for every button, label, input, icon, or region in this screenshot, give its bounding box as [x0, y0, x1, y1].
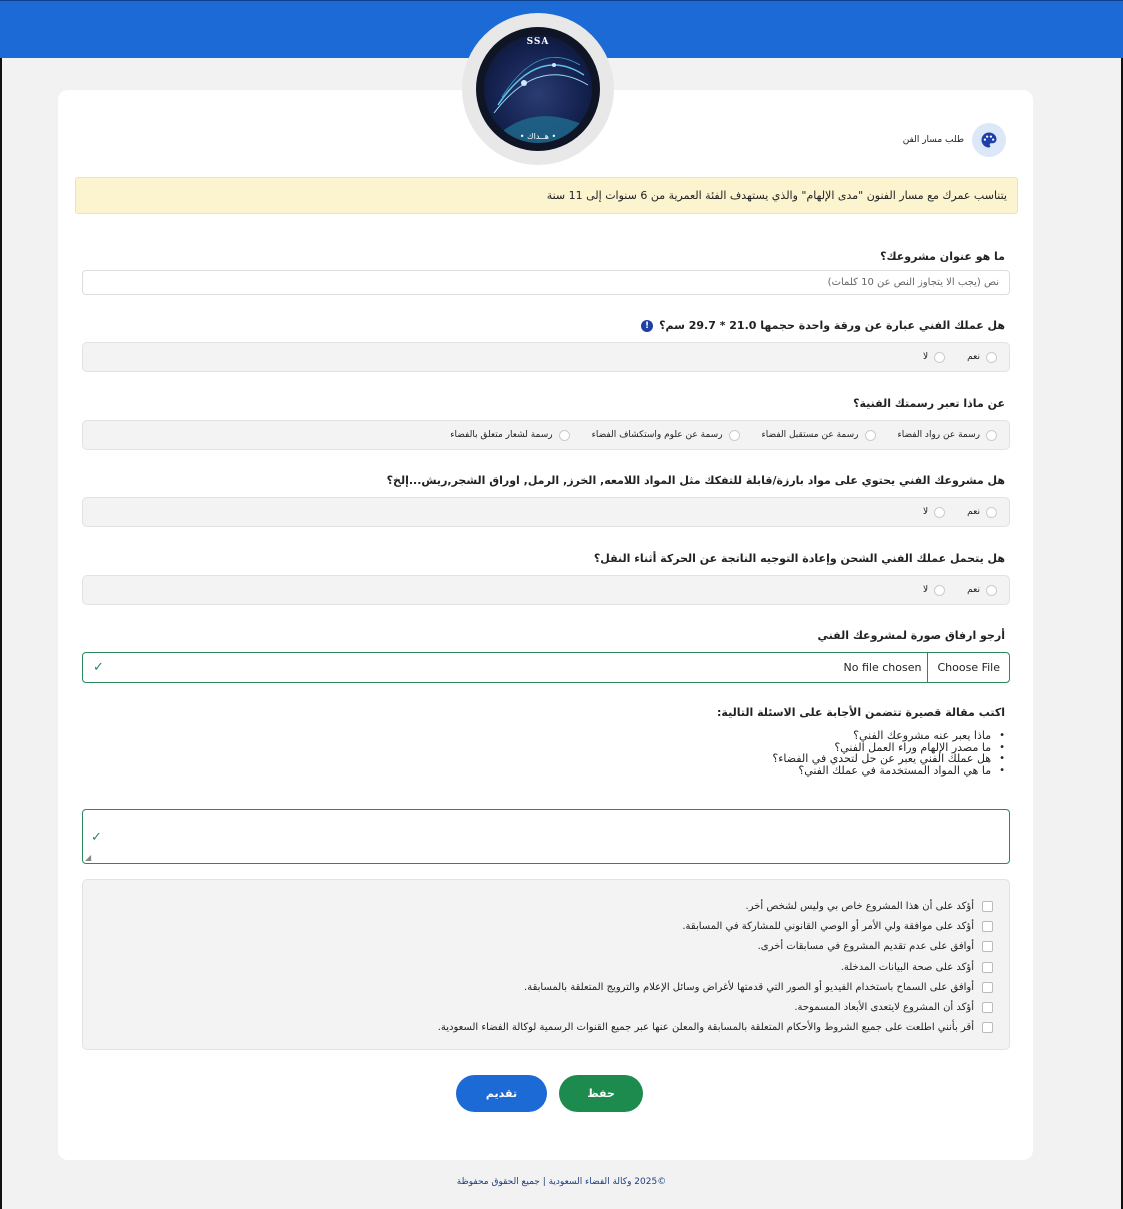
radio-label: رسمة عن رواد الفضاء	[897, 430, 981, 440]
checkbox[interactable]	[982, 961, 993, 973]
project-title-label-text: ما هو عنوان مشروعك؟	[880, 250, 1005, 263]
radio-label: رسمة لشعار متعلق بالفضاء	[450, 430, 553, 440]
checkbox[interactable]	[982, 981, 993, 993]
consent-no-other-competitions[interactable]: أوافق على عدم تقديم المشروع في مسابقات أ…	[83, 937, 993, 957]
size-radio-yes[interactable]: نعم	[967, 351, 997, 363]
consent-label: أؤكد على أن هذا المشروع خاص بي وليس لشخص…	[745, 900, 974, 912]
shipping-radio-group: نعم لا	[82, 575, 1010, 605]
consent-group: أؤكد على أن هذا المشروع خاص بي وليس لشخص…	[82, 879, 1010, 1050]
checkbox[interactable]	[982, 941, 993, 953]
consent-label: أؤكد على موافقة ولي الأمر أو الوصي القان…	[682, 920, 974, 932]
checkbox[interactable]	[982, 900, 993, 912]
radio-circle[interactable]	[986, 429, 997, 441]
consent-data-accuracy[interactable]: أؤكد على صحة البيانات المدخلة.	[83, 957, 993, 977]
resize-handle-icon[interactable]: ◢	[85, 853, 91, 862]
file-status-text: No file chosen	[843, 661, 922, 674]
consent-label: أوافق على السماح باستخدام الفيديو أو الص…	[524, 981, 974, 993]
consent-label: أوافق على عدم تقديم المشروع في مسابقات أ…	[757, 941, 974, 953]
info-icon[interactable]: !	[641, 319, 654, 332]
radio-label: نعم	[967, 352, 980, 362]
materials-radio-yes[interactable]: نعم	[967, 506, 997, 518]
file-upload-field[interactable]: Choose File No file chosen ✓	[82, 652, 1010, 683]
logo-bottom-text: • هــداك •	[519, 132, 557, 141]
checkbox[interactable]	[982, 1022, 993, 1034]
materials-radio-no[interactable]: لا	[923, 506, 946, 518]
radio-circle[interactable]	[558, 429, 570, 441]
age-alert: يتناسب عمرك مع مسار الفنون "مدى الإلهام"…	[75, 177, 1018, 214]
size-radio-group: نعم لا	[82, 342, 1010, 372]
radio-label: لا	[923, 585, 929, 595]
consent-terms[interactable]: أقر بأنني اطلعت على جميع الشروط والأحكام…	[83, 1018, 993, 1038]
radio-label: لا	[923, 507, 929, 517]
consent-label: أؤكد على صحة البيانات المدخلة.	[840, 961, 974, 973]
radio-label: لا	[923, 352, 929, 362]
consent-guardian[interactable]: أؤكد على موافقة ولي الأمر أو الوصي القان…	[83, 916, 993, 936]
essay-questions-list: ماذا يعبر عنه مشروعك الفني؟ ما مصدر الإل…	[772, 730, 1005, 776]
palette-icon	[972, 123, 1006, 157]
theme-radio-logo[interactable]: رسمة لشعار متعلق بالفضاء	[450, 429, 570, 441]
project-title-input[interactable]	[82, 270, 1010, 295]
consent-dimensions[interactable]: أؤكد أن المشروع لايتعدى الأبعاد المسموحة…	[83, 997, 993, 1017]
header-label: طلب مسار الفن	[902, 135, 964, 145]
radio-label: نعم	[967, 585, 980, 595]
consent-media-use[interactable]: أوافق على السماح باستخدام الفيديو أو الص…	[83, 977, 993, 997]
radio-label: نعم	[967, 507, 980, 517]
materials-question-label: هل مشروعك الفني يحتوي على مواد بارزة/قاب…	[387, 474, 1005, 487]
upload-label: أرجو ارفاق صورة لمشروعك الفني	[818, 629, 1005, 642]
essay-textarea[interactable]: ✓ ◢	[82, 809, 1010, 864]
shipping-radio-yes[interactable]: نعم	[967, 584, 997, 596]
materials-question-text: هل مشروعك الفني يحتوي على مواد بارزة/قاب…	[386, 474, 1005, 487]
save-button[interactable]: حفظ	[559, 1075, 643, 1112]
shipping-question-text: هل يتحمل عملك الفني الشحن وإعادة التوجيه…	[593, 552, 1005, 565]
submit-button[interactable]: تقديم	[456, 1075, 547, 1112]
theme-radio-group: رسمة عن رواد الفضاء رسمة عن مستقبل الفضا…	[82, 420, 1010, 450]
essay-label: اكتب مقالة قصيرة تتضمن الأجابة على الاسئ…	[717, 706, 1005, 719]
theme-question-text: عن ماذا تعبر رسمتك الفنية؟	[853, 397, 1005, 410]
size-question-text: هل عملك الفني عبارة عن ورقة واحدة حجمها …	[659, 319, 1005, 332]
shipping-question-label: هل يتحمل عملك الفني الشحن وإعادة التوجيه…	[594, 552, 1005, 565]
agency-logo: SSA • هــداك •	[462, 13, 614, 165]
window-frame-left	[0, 0, 2, 1209]
list-item: ما هي المواد المستخدمة في عملك الفني؟	[772, 764, 1005, 777]
consent-label: أقر بأنني اطلعت على جميع الشروط والأحكام…	[437, 1022, 974, 1034]
radio-label: رسمة عن علوم واستكشاف الفضاء	[591, 430, 723, 440]
theme-radio-future[interactable]: رسمة عن مستقبل الفضاء	[761, 429, 876, 441]
radio-label: رسمة عن مستقبل الفضاء	[761, 430, 859, 440]
check-icon: ✓	[91, 830, 102, 845]
age-alert-text: يتناسب عمرك مع مسار الفنون "مدى الإلهام"…	[546, 189, 1007, 202]
list-item: هل عملك الفني يعبر عن حل لتحدي في الفضاء…	[772, 753, 1005, 765]
size-radio-no[interactable]: لا	[923, 351, 946, 363]
checkbox[interactable]	[982, 1002, 993, 1014]
radio-circle[interactable]	[728, 429, 740, 441]
size-question-label: هل عملك الفني عبارة عن ورقة واحدة حجمها …	[641, 319, 1005, 332]
consent-own-work[interactable]: أؤكد على أن هذا المشروع خاص بي وليس لشخص…	[83, 896, 993, 916]
card-header: طلب مسار الفن	[903, 123, 1006, 157]
radio-circle[interactable]	[986, 351, 997, 363]
check-icon: ✓	[93, 660, 104, 675]
footer-copyright: ©2025 وكالة الفضاء السعودية | جميع الحقو…	[456, 1177, 667, 1187]
radio-circle[interactable]	[864, 429, 876, 441]
radio-circle[interactable]	[934, 506, 946, 518]
theme-radio-science[interactable]: رسمة عن علوم واستكشاف الفضاء	[591, 429, 740, 441]
radio-circle[interactable]	[934, 351, 946, 363]
project-title-label: ما هو عنوان مشروعك؟	[880, 250, 1005, 263]
radio-circle[interactable]	[986, 506, 997, 518]
orbit-graphic	[493, 57, 589, 143]
upload-label-text: أرجو ارفاق صورة لمشروعك الفني	[817, 629, 1005, 642]
essay-label-text: اكتب مقالة قصيرة تتضمن الأجابة على الاسئ…	[717, 706, 1005, 719]
logo-emblem: SSA • هــداك •	[476, 27, 600, 151]
radio-circle[interactable]	[934, 584, 946, 596]
checkbox[interactable]	[982, 920, 993, 932]
theme-radio-astronauts[interactable]: رسمة عن رواد الفضاء	[897, 429, 997, 441]
consent-label: أؤكد أن المشروع لايتعدى الأبعاد المسموحة…	[794, 1002, 974, 1014]
theme-question-label: عن ماذا تعبر رسمتك الفنية؟	[853, 397, 1005, 410]
materials-radio-group: نعم لا	[82, 497, 1010, 527]
list-item: ماذا يعبر عنه مشروعك الفني؟	[772, 730, 1005, 742]
shipping-radio-no[interactable]: لا	[923, 584, 946, 596]
radio-circle[interactable]	[986, 584, 997, 596]
choose-file-button[interactable]: Choose File	[927, 653, 1009, 682]
